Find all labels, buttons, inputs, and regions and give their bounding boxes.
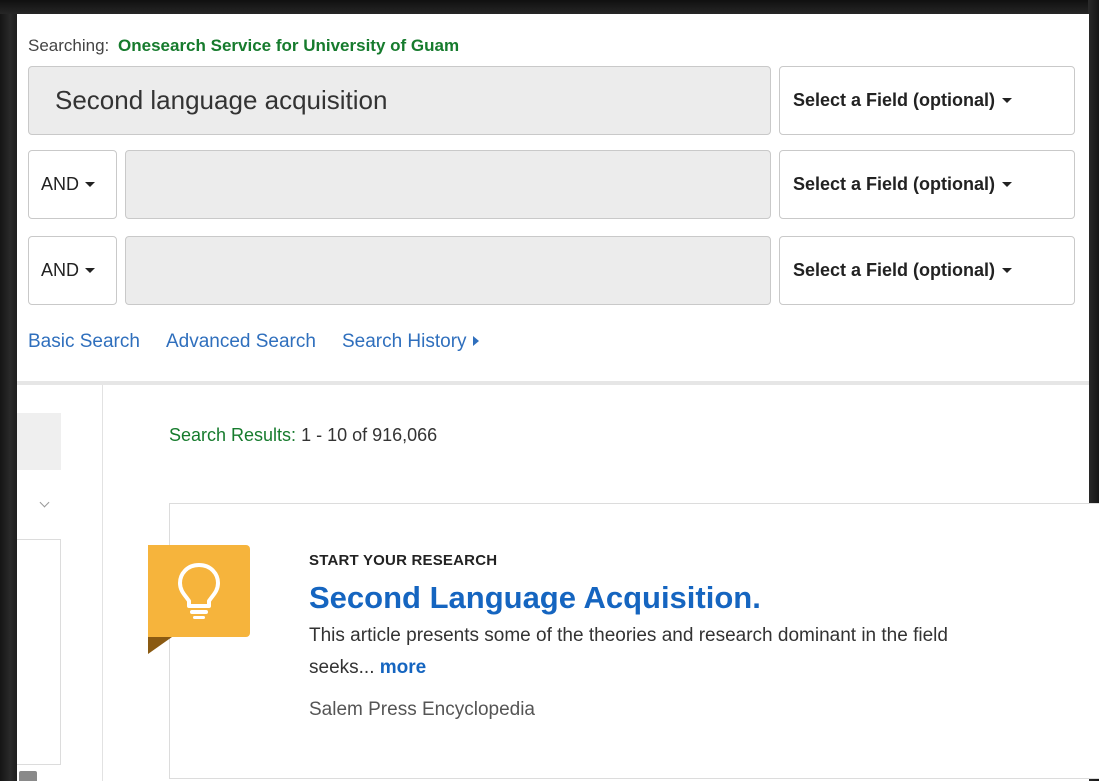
- background-frame-top: [0, 0, 1099, 14]
- basic-search-link[interactable]: Basic Search: [28, 331, 140, 353]
- boolean-operator-label: AND: [41, 174, 80, 194]
- results-range: 1 - 10 of 916,066: [301, 425, 438, 445]
- caret-down-icon: [1002, 268, 1013, 273]
- search-input-row-3[interactable]: [125, 236, 771, 305]
- caret-down-icon: [85, 268, 96, 273]
- search-history-label: Search History: [341, 331, 467, 352]
- placard-kicker: START YOUR RESEARCH: [309, 552, 498, 569]
- search-history-link[interactable]: Search History: [342, 331, 479, 353]
- field-select-label: Select a Field (optional): [793, 260, 996, 280]
- rail-header: [17, 413, 61, 470]
- field-select-label: Select a Field (optional): [793, 90, 996, 110]
- results-count: Search Results: 1 - 10 of 916,066: [169, 425, 437, 446]
- field-select-label: Select a Field (optional): [793, 174, 996, 194]
- lightbulb-icon: [178, 563, 220, 619]
- field-select-row-2[interactable]: Select a Field (optional): [779, 150, 1075, 219]
- badge-fold: [148, 637, 172, 654]
- advanced-search-link[interactable]: Advanced Search: [166, 331, 316, 353]
- results-label: Search Results:: [169, 425, 297, 445]
- rail-facet-box: [17, 539, 61, 765]
- rail-toggle-icon[interactable]: [19, 771, 37, 781]
- boolean-operator-row-2[interactable]: AND: [28, 150, 117, 219]
- research-starter-badge: [148, 545, 250, 637]
- searching-line: Searching: Onesearch Service for Univers…: [28, 36, 459, 56]
- search-page-panel: Searching: Onesearch Service for Univers…: [17, 14, 1099, 781]
- placard-abstract: This article presents some of the theori…: [309, 620, 1089, 684]
- section-divider: [17, 381, 1089, 385]
- chevron-down-icon[interactable]: [39, 497, 50, 508]
- caret-down-icon: [1002, 98, 1013, 103]
- field-select-row-1[interactable]: Select a Field (optional): [779, 66, 1075, 135]
- abstract-line-1: This article presents some of the theori…: [309, 625, 948, 646]
- caret-down-icon: [85, 182, 96, 187]
- background-frame-left: [0, 0, 17, 781]
- search-input-row-2[interactable]: [125, 150, 771, 219]
- database-name: Onesearch Service for University of Guam: [118, 36, 460, 55]
- boolean-operator-row-3[interactable]: AND: [28, 236, 117, 305]
- search-input-main[interactable]: [28, 66, 771, 135]
- search-mode-links: Basic Search Advanced Search Search Hist…: [28, 331, 479, 353]
- caret-down-icon: [1002, 182, 1013, 187]
- placard-title-link[interactable]: Second Language Acquisition.: [309, 580, 761, 616]
- placard-source: Salem Press Encyclopedia: [309, 699, 535, 720]
- refine-results-rail: [17, 385, 103, 781]
- triangle-right-icon: [472, 336, 479, 346]
- abstract-line-2: seeks...: [309, 657, 375, 678]
- field-select-row-3[interactable]: Select a Field (optional): [779, 236, 1075, 305]
- searching-label: Searching:: [28, 36, 110, 55]
- boolean-operator-label: AND: [41, 260, 80, 280]
- more-link[interactable]: more: [380, 657, 426, 678]
